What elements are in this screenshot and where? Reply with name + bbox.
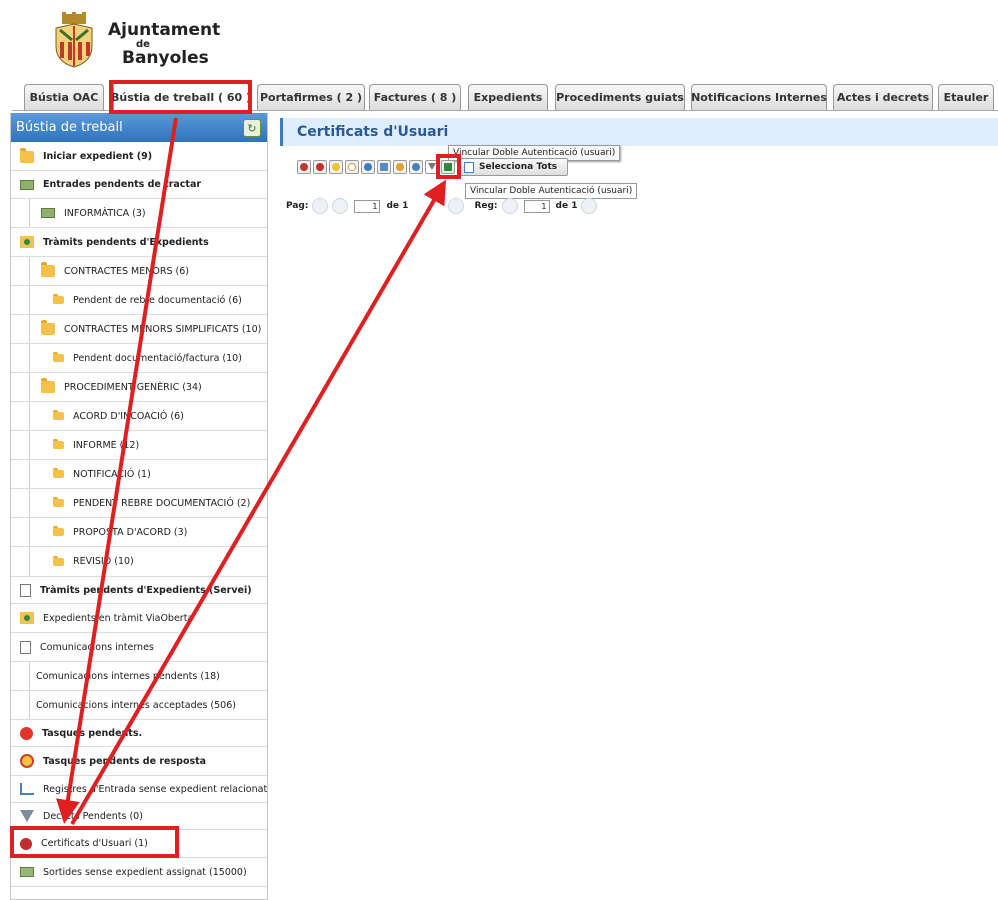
- sidebar-item-revisio[interactable]: REVISIÓ (10): [11, 547, 267, 577]
- sidebar: Bústia de treball ↻ Iniciar expedient (9…: [10, 113, 268, 900]
- page-input[interactable]: 1: [354, 199, 381, 213]
- sidebar-item-certificats-usuari[interactable]: Certificats d'Usuari (1): [11, 830, 267, 858]
- prev-page-icon[interactable]: [332, 198, 349, 214]
- folder-icon: [53, 526, 64, 536]
- folder-icon: [53, 497, 64, 507]
- tab-factures[interactable]: Factures ( 8 ): [369, 84, 461, 110]
- certificate-icon: [20, 837, 32, 850]
- folder-icon: [53, 352, 64, 362]
- sidebar-item-tramits-pendents[interactable]: Tràmits pendents d'Expedients: [11, 228, 267, 257]
- certificate-icon[interactable]: [313, 160, 327, 174]
- sidebar-item-tasques-resposta[interactable]: Tasques pendents de resposta: [11, 747, 267, 776]
- refresh-icon[interactable]: [361, 160, 375, 174]
- sidebar-item-pendent-rebre-documentacio[interactable]: PENDENT REBRE DOCUMENTACIÓ (2): [11, 489, 267, 518]
- sidebar-item-comunicacions-acceptades[interactable]: Comunicacions internes acceptades (506): [11, 691, 267, 720]
- folder-icon: [41, 320, 55, 335]
- sidebar-item-viaoberta[interactable]: Expedients en tràmit ViaOberta: [11, 604, 267, 633]
- sidebar-item-notificacio[interactable]: NOTIFICACIÓ (1): [11, 460, 267, 489]
- folder-icon: [41, 262, 55, 277]
- grid-icon[interactable]: [377, 160, 391, 174]
- reg-prev-icon[interactable]: [501, 198, 518, 214]
- sidebar-item-sortides[interactable]: Sortides sense expedient assignat (15000…: [11, 858, 267, 887]
- folder-icon: [20, 147, 34, 163]
- folder-icon: [53, 439, 64, 449]
- folder-icon: [41, 378, 55, 393]
- folder-icon: [53, 468, 64, 478]
- first-page-icon[interactable]: [312, 198, 329, 214]
- pager-label: Pag:: [286, 201, 309, 211]
- sidebar-title: Bústia de treball: [16, 120, 123, 135]
- tab-actes-decrets[interactable]: Actes i decrets: [833, 84, 933, 110]
- folder-icon: [53, 555, 64, 566]
- sidebar-item-informe[interactable]: INFORME (12): [11, 431, 267, 460]
- next-page-icon[interactable]: [448, 198, 465, 214]
- sidebar-item-acord-incoacio[interactable]: ACORD D'INCOACIÓ (6): [11, 402, 267, 431]
- reg-count: de 1: [555, 201, 578, 211]
- coat-of-arms-icon: [55, 12, 93, 68]
- sidebar-item-comunicacions-pendents[interactable]: Comunicacions internes pendents (18): [11, 662, 267, 691]
- reg-input[interactable]: 1: [523, 199, 550, 213]
- star-outline-icon[interactable]: [345, 160, 359, 174]
- sidebar-item-iniciar-expedient[interactable]: Iniciar expedient (9): [11, 143, 267, 171]
- select-all-button[interactable]: Selecciona Tots: [459, 158, 569, 176]
- institution-name: Ajuntament de Banyoles: [108, 22, 220, 67]
- sidebar-item-informatica[interactable]: INFORMÀTICA (3): [11, 199, 267, 228]
- inbox-icon: [41, 208, 55, 218]
- name-line1: Ajuntament: [108, 20, 221, 40]
- tab-bustia-treball[interactable]: Bústia de treball ( 60 ): [111, 82, 251, 111]
- tab-notificacions-internes[interactable]: Notificacions Internes: [691, 84, 827, 110]
- sidebar-item-procediment-generic[interactable]: PROCEDIMENT GENÈRIC (34): [11, 373, 267, 402]
- send-icon[interactable]: [393, 160, 407, 174]
- star-icon[interactable]: [329, 160, 343, 174]
- printer-icon: [20, 583, 31, 597]
- sidebar-item-comunicacions-internes[interactable]: Comunicacions internes: [11, 633, 267, 662]
- alarm-clock-icon: [20, 754, 34, 768]
- tooltip-hover: Vincular Doble Autenticació (usuari): [465, 183, 638, 199]
- chart-icon: [20, 783, 34, 795]
- tab-bar: Bústia OAC Bústia de treball ( 60 ) Port…: [12, 76, 998, 111]
- filter-icon: [20, 810, 34, 822]
- tab-procediments-guiats[interactable]: Procediments guiats: [555, 84, 685, 110]
- toolbar: Selecciona Tots: [297, 158, 569, 176]
- sidebar-item-tasques-pendents[interactable]: Tasques pendents.: [11, 720, 267, 747]
- inbox-icon: [20, 179, 34, 190]
- sidebar-item-proposta-acord[interactable]: PROPOSTA D'ACORD (3): [11, 518, 267, 547]
- page-count: de 1: [386, 201, 409, 211]
- sidebar-item-entrades-pendents[interactable]: Entrades pendents de tractar: [11, 171, 267, 199]
- sidebar-item-pendent-doc-factura[interactable]: Pendent documentació/factura (10): [11, 344, 267, 373]
- delete-icon[interactable]: [297, 160, 311, 174]
- stop-icon: [20, 726, 33, 740]
- sidebar-item-contractes-menors[interactable]: CONTRACTES MENORS (6): [11, 257, 267, 286]
- sidebar-item-tramits-servei[interactable]: Tràmits pendents d'Expedients (Servei): [11, 577, 267, 604]
- folder-add-icon: [20, 612, 34, 624]
- tab-expedients[interactable]: Expedients: [468, 84, 548, 110]
- tab-etauler[interactable]: Etauler: [938, 84, 994, 110]
- pager: Pag: 1 de 1 Reg: 1 de 1: [286, 198, 598, 214]
- excel-icon[interactable]: [441, 160, 455, 174]
- sidebar-item-contractes-simplificats[interactable]: CONTRACTES MENORS SIMPLIFICATS (10): [11, 315, 267, 344]
- refresh-icon[interactable]: ↻: [243, 119, 261, 137]
- key-link-icon[interactable]: [409, 160, 423, 174]
- sidebar-item-pendent-rebre-doc[interactable]: Pendent de rebre documentació (6): [11, 286, 267, 315]
- reg-label: Reg:: [474, 201, 498, 211]
- sidebar-header: Bústia de treball ↻: [11, 113, 267, 142]
- outbox-icon: [20, 867, 34, 877]
- tab-bustia-oac[interactable]: Bústia OAC: [24, 84, 104, 110]
- sidebar-item-decrets-pendents[interactable]: Decrets Pendents (0): [11, 803, 267, 830]
- document-icon: [20, 640, 31, 654]
- name-line3: Banyoles: [122, 48, 209, 68]
- reg-next-icon[interactable]: [581, 198, 598, 214]
- page-title: Certificats d'Usuari: [280, 118, 998, 146]
- folder-add-icon: [20, 236, 34, 248]
- folder-icon: [53, 294, 64, 304]
- sidebar-item-registres-entrada[interactable]: Registres d'Entrada sense expedient rela…: [11, 776, 267, 803]
- tab-portafirmes[interactable]: Portafirmes ( 2 ): [257, 84, 365, 110]
- folder-icon: [53, 410, 64, 420]
- filter-icon[interactable]: [425, 160, 439, 174]
